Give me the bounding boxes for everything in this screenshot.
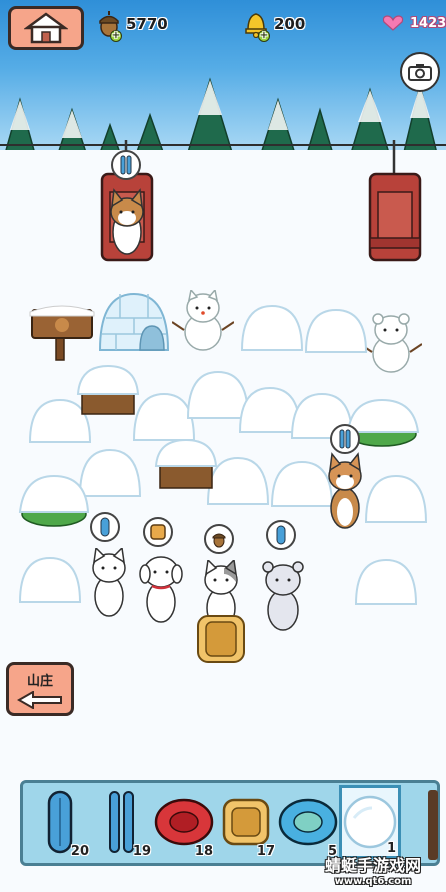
corgi-on-chair[interactable]	[110, 188, 144, 255]
home-button[interactable]	[8, 6, 84, 50]
slot-blue-sled[interactable]: 20	[29, 785, 91, 859]
thought-bubble-wooden-sled	[143, 517, 173, 547]
watermark-url: www.qt6.com	[334, 876, 412, 887]
thought-bubble-acorn	[204, 524, 234, 554]
camera-icon	[408, 64, 432, 81]
thought-bubble-skis	[111, 150, 141, 180]
item-count: 19	[132, 844, 151, 859]
white-dog[interactable]	[136, 552, 186, 624]
slot-wooden-sled[interactable]: 17	[215, 785, 277, 859]
acorn-icon	[212, 533, 226, 548]
blue-skis-icon	[120, 155, 132, 175]
thought-bubble-sled	[90, 512, 120, 542]
slot-blue-snow-tube[interactable]: 5	[277, 785, 339, 859]
wooden-sled-icon	[150, 524, 166, 540]
acorn-counter[interactable]: + 5770	[98, 10, 168, 42]
white-cat[interactable]	[84, 548, 134, 618]
acorn-count: 5770	[126, 15, 168, 33]
calico-cat-on-sled[interactable]	[196, 560, 246, 668]
blue-sled-icon	[100, 517, 110, 537]
thought-bubble-sled-2	[266, 520, 296, 550]
heart-counter: 1423	[382, 14, 446, 32]
lift-chair-empty[interactable]	[364, 140, 428, 264]
watermark-title: 蜻蜓手游戏网	[324, 856, 421, 875]
house-icon	[24, 12, 68, 44]
bell-counter[interactable]: + 200	[244, 10, 306, 42]
item-count: 17	[256, 844, 275, 859]
thought-bubble-skis-2	[330, 424, 360, 454]
heart-icon	[382, 15, 404, 31]
gray-bear[interactable]	[258, 560, 308, 632]
toolbar-scroll-handle[interactable]	[428, 790, 438, 860]
red-snow-tube-icon	[154, 798, 214, 846]
blue-snow-tube-icon	[278, 798, 338, 846]
blue-sled-icon	[276, 525, 286, 545]
lodge-button[interactable]: 山庄	[6, 662, 74, 716]
site-watermark: 蜻蜓手游戏网 www.qt6.com	[300, 852, 446, 887]
wooden-sled-icon	[222, 798, 270, 846]
add-bells-icon[interactable]: +	[258, 30, 270, 42]
blue-skis-icon	[339, 429, 351, 449]
slot-red-snow-tube[interactable]: 18	[153, 785, 215, 859]
add-acorns-icon[interactable]: +	[110, 30, 122, 42]
heart-count: 1423	[410, 15, 446, 31]
camera-button[interactable]	[400, 52, 440, 92]
bell-count: 200	[274, 15, 306, 33]
lodge-label: 山庄	[26, 673, 53, 689]
slot-snowball[interactable]: 1	[339, 785, 401, 859]
arrow-left-icon	[17, 690, 62, 709]
item-count: 18	[194, 844, 213, 859]
item-count: 20	[70, 844, 89, 859]
corgi-visitor[interactable]	[320, 452, 370, 532]
slot-blue-skis[interactable]: 19	[91, 785, 153, 859]
